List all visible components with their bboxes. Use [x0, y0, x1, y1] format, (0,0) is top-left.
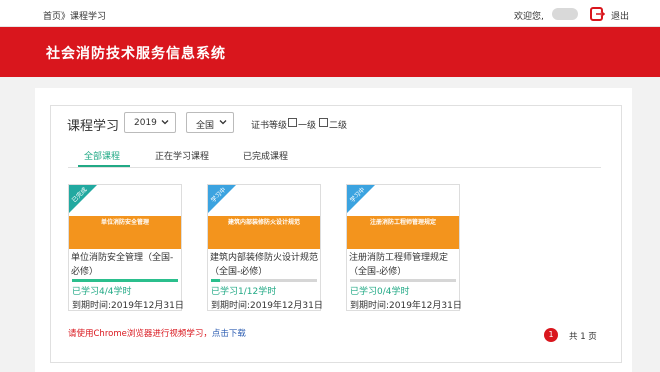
course-progress-text: 已学习1/12学时: [211, 287, 277, 297]
site-title: 社会消防技术服务信息系统: [46, 46, 226, 62]
level2-checkbox[interactable]: [319, 118, 328, 127]
course-study-heading: 课程学习: [67, 119, 120, 134]
course-deadline: 到期时间:2019年12月31日: [211, 301, 323, 311]
tab-in-progress[interactable]: 正在学习课程: [155, 149, 209, 162]
course-thumbnail[interactable]: 建筑内部装修防火设计规范 学习中: [208, 185, 320, 249]
course-name[interactable]: 单位消防安全管理（全国-必修）: [71, 251, 181, 279]
page-total: 共 1 页: [569, 332, 597, 342]
course-deadline: 到期时间:2019年12月31日: [350, 301, 462, 311]
region-select[interactable]: 全国: [186, 112, 234, 133]
tabs-divider: [68, 167, 601, 168]
thumbnail-title: 建筑内部装修防火设计规范: [227, 219, 300, 226]
course-card[interactable]: 注册消防工程师管理规定 学习中 注册消防工程师管理规定（全国-必修） 已学习0/…: [346, 184, 462, 311]
course-progress-text: 已学习0/4学时: [350, 287, 410, 297]
breadcrumb-home-link[interactable]: 首页》: [43, 12, 70, 22]
tab-completed[interactable]: 已完成课程: [243, 149, 288, 162]
page-number-current[interactable]: 1: [544, 328, 558, 342]
level2-label: 二级: [329, 121, 348, 131]
course-deadline: 到期时间:2019年12月31日: [72, 301, 184, 311]
level1-checkbox[interactable]: [288, 118, 297, 127]
year-select-value: 2019: [134, 118, 157, 128]
course-thumbnail[interactable]: 注册消防工程师管理规定 学习中: [347, 185, 459, 249]
logout-icon[interactable]: [590, 7, 605, 21]
level1-label: 一级: [298, 121, 317, 131]
site-banner: 社会消防技术服务信息系统: [0, 27, 660, 77]
chevron-down-icon: [161, 120, 169, 125]
tab-all-courses[interactable]: 全部课程: [84, 149, 120, 162]
username-redacted: [552, 8, 578, 20]
course-thumbnail[interactable]: 单位消防安全管理 已完成: [69, 185, 181, 249]
browser-notice: 请使用Chrome浏览器进行视频学习，点击下载: [68, 327, 246, 339]
course-progress-text: 已学习4/4学时: [72, 287, 132, 297]
region-select-value: 全国: [196, 121, 215, 131]
browser-notice-text: 请使用Chrome浏览器进行视频学习，: [68, 329, 212, 339]
progress-bar: [350, 279, 456, 282]
download-link[interactable]: 点击下载: [212, 329, 246, 339]
course-card[interactable]: 建筑内部装修防火设计规范 学习中 建筑内部装修防火设计规范（全国-必修） 已学习…: [207, 184, 323, 311]
course-name[interactable]: 注册消防工程师管理规定（全国-必修）: [349, 251, 459, 279]
year-select[interactable]: 2019: [124, 112, 176, 133]
thumbnail-title: 单位消防安全管理: [100, 219, 149, 226]
thumbnail-title: 注册消防工程师管理规定: [369, 219, 436, 226]
welcome-text: 欢迎您,: [514, 12, 544, 22]
progress-bar: [211, 279, 317, 282]
top-bar: 首页》课程学习 欢迎您, 退出: [0, 0, 660, 27]
cert-level-label: 证书等级: [251, 121, 288, 131]
chevron-down-icon: [219, 120, 227, 125]
breadcrumb: 首页》课程学习: [43, 9, 106, 22]
course-card[interactable]: 单位消防安全管理 已完成 单位消防安全管理（全国-必修） 已学习4/4学时 到期…: [68, 184, 184, 311]
progress-bar: [72, 279, 178, 282]
logout-link[interactable]: 退出: [611, 9, 629, 22]
breadcrumb-current: 课程学习: [70, 12, 107, 22]
course-name[interactable]: 建筑内部装修防火设计规范（全国-必修）: [210, 251, 320, 279]
active-tab-indicator: [78, 165, 130, 167]
